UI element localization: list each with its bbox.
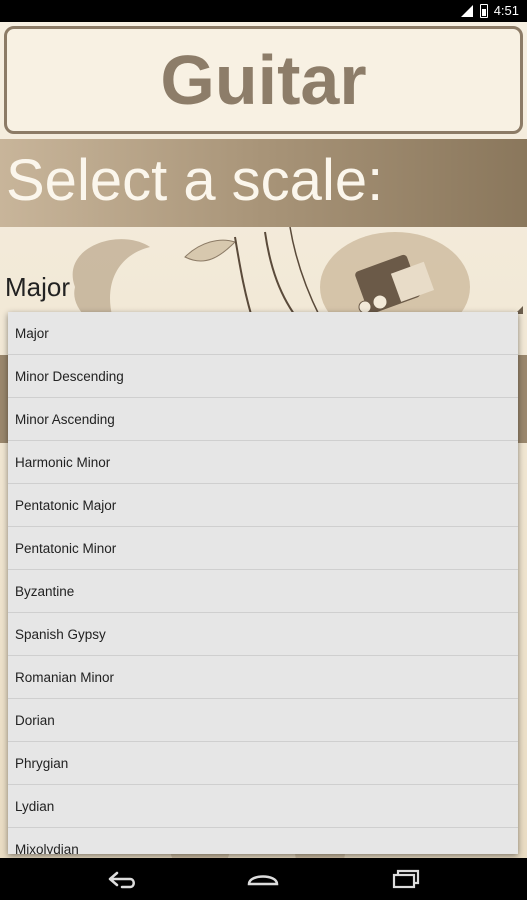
home-icon[interactable] (243, 866, 283, 892)
list-item[interactable]: Lydian (8, 785, 518, 828)
list-item[interactable]: Harmonic Minor (8, 441, 518, 484)
back-icon[interactable] (102, 866, 142, 892)
status-time: 4:51 (493, 3, 519, 18)
list-item[interactable]: Byzantine (8, 570, 518, 613)
list-item[interactable]: Mixolydian (8, 828, 518, 855)
header-band: Select a scale: (0, 139, 527, 227)
battery-icon (479, 3, 488, 18)
spinner-selected-value: Major (5, 272, 71, 302)
select-scale-heading: Select a scale: (6, 148, 384, 213)
scale-spinner[interactable]: Major (0, 264, 527, 316)
list-item[interactable]: Dorian (8, 699, 518, 742)
list-item[interactable]: Phrygian (8, 742, 518, 785)
recents-icon[interactable] (385, 866, 425, 892)
app-screen: Guitar Select a scale: Major Major Minor… (0, 22, 527, 858)
scale-dropdown-list[interactable]: Major Minor Descending Minor Ascending H… (8, 312, 518, 854)
list-item[interactable]: Major (8, 312, 518, 355)
list-item[interactable]: Minor Ascending (8, 398, 518, 441)
app-title: Guitar (160, 41, 367, 119)
list-item[interactable]: Pentatonic Minor (8, 527, 518, 570)
title-box: Guitar (4, 26, 523, 134)
list-item[interactable]: Spanish Gypsy (8, 613, 518, 656)
list-item[interactable]: Romanian Minor (8, 656, 518, 699)
navigation-bar (0, 858, 527, 900)
signal-icon (460, 4, 473, 17)
list-item[interactable]: Minor Descending (8, 355, 518, 398)
list-item[interactable]: Pentatonic Major (8, 484, 518, 527)
status-bar: 4:51 (0, 0, 527, 22)
